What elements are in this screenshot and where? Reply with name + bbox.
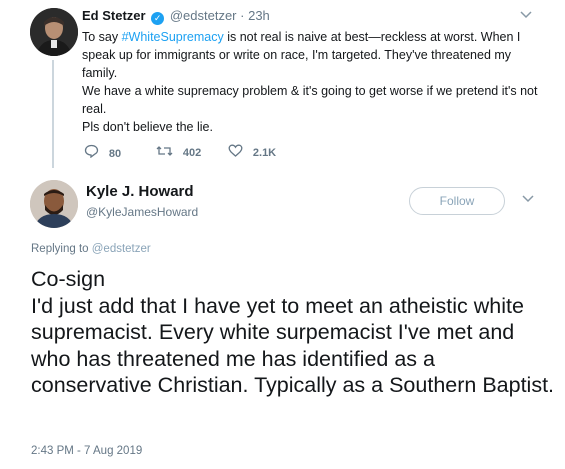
retweet-count: 402 (182, 147, 202, 159)
chevron-down-icon[interactable] (522, 192, 534, 206)
parent-tweet-text: To say #WhiteSupremacy is not real is na… (82, 28, 542, 136)
like-count: 2.1K (252, 147, 277, 159)
reply-button[interactable]: 80 (84, 144, 121, 161)
tweet-text-segment: To say (82, 30, 122, 44)
parent-tweet-header: Ed Stetzer ✓ @edstetzer · 23h (82, 8, 270, 25)
tweet-paragraph: Pls don't believe the lie. (82, 120, 213, 134)
verified-badge-icon: ✓ (151, 12, 165, 25)
retweet-button[interactable]: 402 (156, 144, 201, 160)
avatar-ed-stetzer[interactable] (30, 8, 78, 56)
hashtag-link[interactable]: #WhiteSupremacy (122, 30, 224, 44)
parent-tweet: Ed Stetzer ✓ @edstetzer · 23h To say #Wh… (0, 0, 565, 172)
retweet-icon (156, 144, 177, 160)
reply-author-name[interactable]: Kyle J. Howard (86, 183, 194, 201)
reply-icon (84, 144, 103, 161)
chevron-down-icon[interactable] (520, 8, 532, 22)
reply-author-handle[interactable]: @KyleJamesHoward (86, 205, 198, 219)
reply-timestamp[interactable]: 2:43 PM - 7 Aug 2019 (31, 444, 142, 458)
like-button[interactable]: 2.1K (228, 144, 276, 160)
tweet-paragraph: We have a white supremacy problem & it's… (82, 84, 538, 116)
reply-tweet-text: Co-sign I'd just add that I have yet to … (31, 266, 556, 399)
tweet-paragraph: I'd just add that I have yet to meet an … (31, 293, 555, 398)
follow-button[interactable]: Follow (409, 187, 505, 215)
thread-line (52, 60, 54, 168)
tweet-paragraph: To say #WhiteSupremacy is not real is na… (82, 28, 542, 82)
replying-to: Replying to @edstetzer (31, 242, 151, 256)
avatar-image (30, 8, 78, 56)
author-name[interactable]: Ed Stetzer (82, 8, 146, 23)
tweet-paragraph: Co-sign (31, 267, 106, 291)
author-handle[interactable]: @edstetzer (170, 8, 237, 23)
like-icon (228, 144, 247, 160)
mention-link[interactable]: @edstetzer (92, 243, 151, 255)
separator-dot: · (240, 8, 245, 23)
reply-count: 80 (108, 148, 122, 160)
replying-label: Replying to (31, 243, 89, 255)
tweet-time[interactable]: 23h (248, 8, 270, 23)
avatar-kyle-howard[interactable] (30, 180, 78, 228)
avatar-image (30, 180, 78, 228)
